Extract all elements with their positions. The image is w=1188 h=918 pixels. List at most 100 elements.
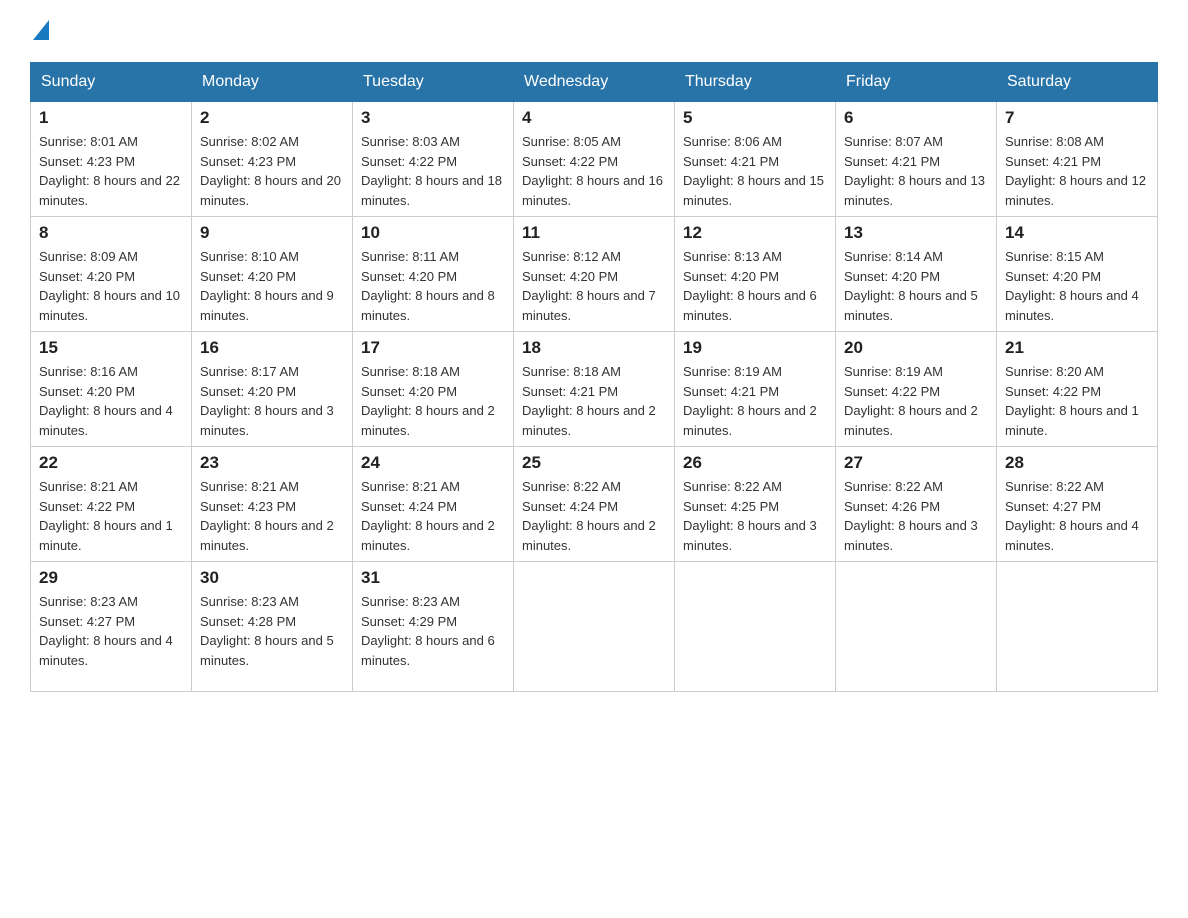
day-number: 10 (361, 223, 505, 243)
day-info: Sunrise: 8:16 AMSunset: 4:20 PMDaylight:… (39, 364, 173, 438)
calendar-day-cell: 21 Sunrise: 8:20 AMSunset: 4:22 PMDaylig… (997, 332, 1158, 447)
calendar-day-cell: 12 Sunrise: 8:13 AMSunset: 4:20 PMDaylig… (675, 217, 836, 332)
day-number: 4 (522, 108, 666, 128)
day-of-week-header: Wednesday (514, 63, 675, 102)
day-number: 16 (200, 338, 344, 358)
logo-triangle-icon (33, 20, 49, 40)
calendar-day-cell: 8 Sunrise: 8:09 AMSunset: 4:20 PMDayligh… (31, 217, 192, 332)
day-info: Sunrise: 8:21 AMSunset: 4:22 PMDaylight:… (39, 479, 173, 553)
calendar-day-cell: 27 Sunrise: 8:22 AMSunset: 4:26 PMDaylig… (836, 447, 997, 562)
calendar-day-cell: 16 Sunrise: 8:17 AMSunset: 4:20 PMDaylig… (192, 332, 353, 447)
day-info: Sunrise: 8:21 AMSunset: 4:24 PMDaylight:… (361, 479, 495, 553)
day-info: Sunrise: 8:19 AMSunset: 4:21 PMDaylight:… (683, 364, 817, 438)
calendar-day-cell: 11 Sunrise: 8:12 AMSunset: 4:20 PMDaylig… (514, 217, 675, 332)
calendar-day-cell: 6 Sunrise: 8:07 AMSunset: 4:21 PMDayligh… (836, 102, 997, 217)
day-info: Sunrise: 8:02 AMSunset: 4:23 PMDaylight:… (200, 134, 341, 208)
day-info: Sunrise: 8:05 AMSunset: 4:22 PMDaylight:… (522, 134, 663, 208)
calendar-week-row: 29 Sunrise: 8:23 AMSunset: 4:27 PMDaylig… (31, 562, 1158, 692)
calendar-day-cell: 30 Sunrise: 8:23 AMSunset: 4:28 PMDaylig… (192, 562, 353, 692)
day-number: 1 (39, 108, 183, 128)
day-number: 14 (1005, 223, 1149, 243)
calendar-week-row: 22 Sunrise: 8:21 AMSunset: 4:22 PMDaylig… (31, 447, 1158, 562)
calendar-day-cell: 19 Sunrise: 8:19 AMSunset: 4:21 PMDaylig… (675, 332, 836, 447)
day-number: 24 (361, 453, 505, 473)
calendar-day-cell: 10 Sunrise: 8:11 AMSunset: 4:20 PMDaylig… (353, 217, 514, 332)
calendar-day-cell: 22 Sunrise: 8:21 AMSunset: 4:22 PMDaylig… (31, 447, 192, 562)
day-info: Sunrise: 8:18 AMSunset: 4:21 PMDaylight:… (522, 364, 656, 438)
day-info: Sunrise: 8:22 AMSunset: 4:27 PMDaylight:… (1005, 479, 1139, 553)
calendar-day-cell (514, 562, 675, 692)
day-of-week-header: Tuesday (353, 63, 514, 102)
day-info: Sunrise: 8:21 AMSunset: 4:23 PMDaylight:… (200, 479, 334, 553)
day-of-week-header: Monday (192, 63, 353, 102)
day-info: Sunrise: 8:22 AMSunset: 4:24 PMDaylight:… (522, 479, 656, 553)
calendar-day-cell: 2 Sunrise: 8:02 AMSunset: 4:23 PMDayligh… (192, 102, 353, 217)
day-number: 28 (1005, 453, 1149, 473)
calendar-day-cell: 29 Sunrise: 8:23 AMSunset: 4:27 PMDaylig… (31, 562, 192, 692)
day-info: Sunrise: 8:01 AMSunset: 4:23 PMDaylight:… (39, 134, 180, 208)
calendar-day-cell: 18 Sunrise: 8:18 AMSunset: 4:21 PMDaylig… (514, 332, 675, 447)
calendar-week-row: 1 Sunrise: 8:01 AMSunset: 4:23 PMDayligh… (31, 102, 1158, 217)
day-info: Sunrise: 8:18 AMSunset: 4:20 PMDaylight:… (361, 364, 495, 438)
day-info: Sunrise: 8:10 AMSunset: 4:20 PMDaylight:… (200, 249, 334, 323)
day-number: 11 (522, 223, 666, 243)
calendar-day-cell: 28 Sunrise: 8:22 AMSunset: 4:27 PMDaylig… (997, 447, 1158, 562)
day-info: Sunrise: 8:20 AMSunset: 4:22 PMDaylight:… (1005, 364, 1139, 438)
calendar-day-cell: 14 Sunrise: 8:15 AMSunset: 4:20 PMDaylig… (997, 217, 1158, 332)
day-info: Sunrise: 8:22 AMSunset: 4:26 PMDaylight:… (844, 479, 978, 553)
day-info: Sunrise: 8:23 AMSunset: 4:27 PMDaylight:… (39, 594, 173, 668)
calendar-day-cell: 25 Sunrise: 8:22 AMSunset: 4:24 PMDaylig… (514, 447, 675, 562)
page-header (30, 20, 1158, 42)
calendar-week-row: 15 Sunrise: 8:16 AMSunset: 4:20 PMDaylig… (31, 332, 1158, 447)
day-number: 2 (200, 108, 344, 128)
day-info: Sunrise: 8:12 AMSunset: 4:20 PMDaylight:… (522, 249, 656, 323)
calendar-day-cell: 13 Sunrise: 8:14 AMSunset: 4:20 PMDaylig… (836, 217, 997, 332)
calendar-table: SundayMondayTuesdayWednesdayThursdayFrid… (30, 62, 1158, 692)
day-number: 12 (683, 223, 827, 243)
calendar-day-cell: 4 Sunrise: 8:05 AMSunset: 4:22 PMDayligh… (514, 102, 675, 217)
day-number: 6 (844, 108, 988, 128)
day-number: 8 (39, 223, 183, 243)
day-info: Sunrise: 8:23 AMSunset: 4:29 PMDaylight:… (361, 594, 495, 668)
day-number: 25 (522, 453, 666, 473)
day-info: Sunrise: 8:06 AMSunset: 4:21 PMDaylight:… (683, 134, 824, 208)
day-of-week-header: Sunday (31, 63, 192, 102)
calendar-header-row: SundayMondayTuesdayWednesdayThursdayFrid… (31, 63, 1158, 102)
day-number: 15 (39, 338, 183, 358)
day-number: 7 (1005, 108, 1149, 128)
day-info: Sunrise: 8:07 AMSunset: 4:21 PMDaylight:… (844, 134, 985, 208)
calendar-day-cell: 26 Sunrise: 8:22 AMSunset: 4:25 PMDaylig… (675, 447, 836, 562)
day-info: Sunrise: 8:17 AMSunset: 4:20 PMDaylight:… (200, 364, 334, 438)
calendar-day-cell (997, 562, 1158, 692)
calendar-day-cell: 1 Sunrise: 8:01 AMSunset: 4:23 PMDayligh… (31, 102, 192, 217)
calendar-day-cell: 23 Sunrise: 8:21 AMSunset: 4:23 PMDaylig… (192, 447, 353, 562)
day-info: Sunrise: 8:08 AMSunset: 4:21 PMDaylight:… (1005, 134, 1146, 208)
day-info: Sunrise: 8:23 AMSunset: 4:28 PMDaylight:… (200, 594, 334, 668)
day-of-week-header: Saturday (997, 63, 1158, 102)
day-info: Sunrise: 8:13 AMSunset: 4:20 PMDaylight:… (683, 249, 817, 323)
calendar-day-cell: 15 Sunrise: 8:16 AMSunset: 4:20 PMDaylig… (31, 332, 192, 447)
day-number: 20 (844, 338, 988, 358)
calendar-day-cell: 9 Sunrise: 8:10 AMSunset: 4:20 PMDayligh… (192, 217, 353, 332)
day-info: Sunrise: 8:15 AMSunset: 4:20 PMDaylight:… (1005, 249, 1139, 323)
day-info: Sunrise: 8:09 AMSunset: 4:20 PMDaylight:… (39, 249, 180, 323)
day-number: 21 (1005, 338, 1149, 358)
day-number: 23 (200, 453, 344, 473)
day-info: Sunrise: 8:19 AMSunset: 4:22 PMDaylight:… (844, 364, 978, 438)
calendar-day-cell: 17 Sunrise: 8:18 AMSunset: 4:20 PMDaylig… (353, 332, 514, 447)
day-number: 26 (683, 453, 827, 473)
calendar-day-cell: 5 Sunrise: 8:06 AMSunset: 4:21 PMDayligh… (675, 102, 836, 217)
day-number: 29 (39, 568, 183, 588)
day-number: 17 (361, 338, 505, 358)
day-number: 18 (522, 338, 666, 358)
calendar-week-row: 8 Sunrise: 8:09 AMSunset: 4:20 PMDayligh… (31, 217, 1158, 332)
day-number: 30 (200, 568, 344, 588)
logo (30, 20, 49, 42)
day-number: 3 (361, 108, 505, 128)
day-number: 13 (844, 223, 988, 243)
day-number: 9 (200, 223, 344, 243)
calendar-day-cell: 31 Sunrise: 8:23 AMSunset: 4:29 PMDaylig… (353, 562, 514, 692)
calendar-day-cell: 3 Sunrise: 8:03 AMSunset: 4:22 PMDayligh… (353, 102, 514, 217)
day-number: 19 (683, 338, 827, 358)
day-of-week-header: Thursday (675, 63, 836, 102)
